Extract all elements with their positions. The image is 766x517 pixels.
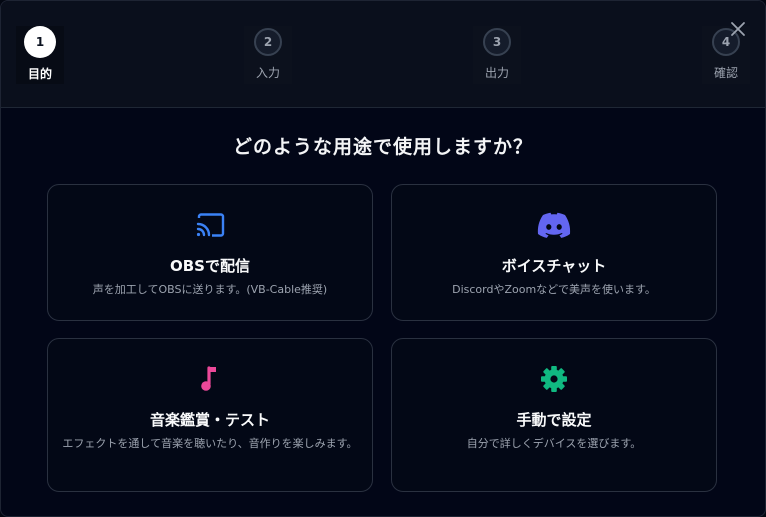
- option-card-manual[interactable]: 手動で設定 自分で詳しくデバイスを選びます。: [391, 338, 717, 492]
- step-number: 1: [24, 26, 56, 58]
- card-description: エフェクトを通して音楽を聴いたり、音作りを楽しみます。: [62, 437, 358, 450]
- card-description: 自分で詳しくデバイスを選びます。: [466, 437, 642, 450]
- card-title: ボイスチャット: [501, 257, 607, 275]
- card-title: OBSで配信: [170, 257, 250, 275]
- option-card-obs[interactable]: OBSで配信 声を加工してOBSに送ります。(VB-Cable推奨): [47, 184, 373, 321]
- step-input[interactable]: 2 入力: [244, 26, 292, 84]
- step-label: 出力: [484, 66, 509, 80]
- discord-icon: [392, 209, 716, 241]
- cast-icon: [48, 209, 372, 241]
- wizard-dialog: 1 目的 2 入力 3 出力 4 確認 どのような用途で使用しますか？ OBSで…: [0, 0, 766, 517]
- step-output[interactable]: 3 出力: [473, 26, 521, 84]
- close-icon: [730, 21, 746, 41]
- step-label: 確認: [713, 66, 738, 80]
- close-button[interactable]: [727, 20, 749, 42]
- wizard-stepper: 1 目的 2 入力 3 出力 4 確認: [1, 1, 765, 108]
- music-note-icon: [48, 363, 372, 395]
- card-description: DiscordやZoomなどで美声を使います。: [452, 283, 656, 296]
- page-title: どのような用途で使用しますか？: [232, 136, 533, 158]
- gear-icon: [392, 363, 716, 395]
- step-number: 3: [483, 28, 511, 56]
- option-card-voice-chat[interactable]: ボイスチャット DiscordやZoomなどで美声を使います。: [391, 184, 717, 321]
- step-label: 入力: [255, 66, 280, 80]
- step-number: 2: [254, 28, 282, 56]
- card-title: 音楽鑑賞・テスト: [149, 411, 270, 429]
- card-description: 声を加工してOBSに送ります。(VB-Cable推奨): [92, 283, 328, 296]
- option-card-music[interactable]: 音楽鑑賞・テスト エフェクトを通して音楽を聴いたり、音作りを楽しみます。: [47, 338, 373, 492]
- step-purpose[interactable]: 1 目的: [16, 26, 64, 84]
- card-title: 手動で設定: [516, 411, 592, 429]
- step-label: 目的: [27, 67, 52, 81]
